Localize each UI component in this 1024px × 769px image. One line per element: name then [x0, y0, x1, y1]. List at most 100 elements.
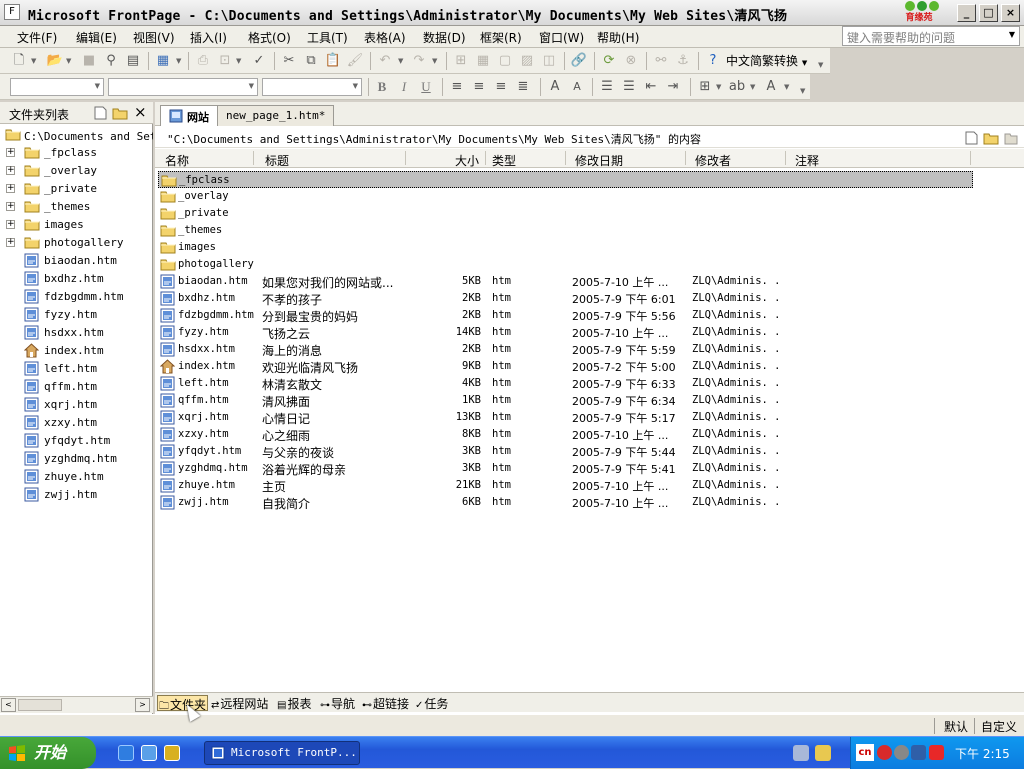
file-row[interactable]: qffm.htm 清风拂面 1KB htm 2005-7-9 下午 6:34 ZLQ\Ad…	[158, 392, 973, 409]
tree-folder[interactable]: + _fpclass	[0, 144, 153, 162]
menu-item-9[interactable]: 窗口(W)	[539, 29, 584, 46]
security-icon[interactable]	[929, 745, 944, 760]
column-divider[interactable]	[405, 151, 406, 165]
undo-dropdown-icon[interactable]: ▼	[398, 52, 403, 70]
scroll-right-button[interactable]: >	[135, 698, 150, 712]
style-select[interactable]: ▼	[10, 78, 104, 96]
tree-folder[interactable]: + photogallery	[0, 234, 153, 252]
view-button-1[interactable]: ⇄远程网站	[211, 695, 268, 711]
menu-item-8[interactable]: 框架(R)	[480, 29, 522, 46]
insert-table-icon[interactable]: ▦	[474, 52, 492, 70]
file-row[interactable]: fdzbgdmm.htm 分到最宝贵的妈妈 2KB htm 2005-7-9 下午 5:…	[158, 307, 973, 324]
new-folder-icon[interactable]	[112, 106, 128, 120]
column-header[interactable]: 标题	[265, 152, 289, 169]
font-size-select[interactable]: ▼	[262, 78, 362, 96]
pen-icon[interactable]	[815, 745, 831, 761]
folder-row[interactable]: _themes	[158, 222, 973, 239]
tree-folder[interactable]: + _themes	[0, 198, 153, 216]
tree-file[interactable]: zhuye.htm	[0, 468, 153, 486]
anchor-icon[interactable]: ⚓	[674, 52, 692, 70]
new-page-icon[interactable]	[94, 106, 107, 120]
scroll-thumb[interactable]	[18, 699, 62, 711]
folder-row[interactable]: _overlay	[158, 188, 973, 205]
tree-folder[interactable]: + images	[0, 216, 153, 234]
keyboard-icon[interactable]	[911, 745, 926, 760]
web-component-icon[interactable]: ⊞	[452, 52, 470, 70]
folder-row[interactable]: photogallery	[158, 256, 973, 273]
increase-indent-icon[interactable]: ⇥	[664, 78, 682, 96]
minimize-button[interactable]: _	[957, 4, 976, 22]
menu-item-1[interactable]: 编辑(E)	[76, 29, 117, 46]
insert-picture-icon[interactable]: ▨	[518, 52, 536, 70]
file-row[interactable]: fyzy.htm 飞扬之云 14KB htm 2005-7-10 上午 ... ZLQ\A…	[158, 324, 973, 341]
cn-convert-button[interactable]: 中文简繁转换 ▼	[726, 52, 807, 72]
toolbar-options-icon[interactable]: ▼	[818, 56, 823, 74]
tree-file[interactable]: hsdxx.htm	[0, 324, 153, 342]
align-right-icon[interactable]: ≡	[492, 78, 510, 96]
justify-icon[interactable]: ≣	[514, 78, 532, 96]
bold-button[interactable]: B	[373, 78, 391, 96]
tree-file[interactable]: index.htm	[0, 342, 153, 360]
ie-icon[interactable]	[118, 745, 134, 761]
redo-icon[interactable]: ↷	[410, 52, 428, 70]
print-icon[interactable]: ⎙	[194, 52, 212, 70]
save-icon[interactable]: ■	[80, 52, 98, 70]
new-page-icon[interactable]: 🗋	[10, 52, 28, 70]
menu-item-7[interactable]: 数据(D)	[423, 29, 466, 46]
folder-row[interactable]: _private	[158, 205, 973, 222]
new-dropdown-icon[interactable]: ▼	[31, 52, 36, 70]
column-header[interactable]: 大小	[455, 152, 479, 169]
refresh-icon[interactable]: ⟳	[600, 52, 618, 70]
menu-item-5[interactable]: 工具(T)	[307, 29, 348, 46]
new-page-icon[interactable]	[965, 131, 978, 145]
menu-item-0[interactable]: 文件(F)	[17, 29, 57, 46]
menu-item-6[interactable]: 表格(A)	[364, 29, 406, 46]
column-divider[interactable]	[785, 151, 786, 165]
column-divider[interactable]	[970, 151, 971, 165]
menu-item-2[interactable]: 视图(V)	[133, 29, 175, 46]
file-row[interactable]: left.htm 林清玄散文 4KB htm 2005-7-9 下午 6:33 ZLQ\A…	[158, 375, 973, 392]
preview-dropdown-icon[interactable]: ▼	[236, 52, 241, 70]
expand-icon[interactable]: +	[6, 148, 15, 157]
file-row[interactable]: hsdxx.htm 海上的消息 2KB htm 2005-7-9 下午 5:59 ZLQ\…	[158, 341, 973, 358]
underline-button[interactable]: U	[417, 78, 435, 96]
up-folder-icon[interactable]	[1004, 131, 1018, 145]
publish-icon[interactable]: ▤	[124, 52, 142, 70]
open-folder-icon[interactable]: 📂	[46, 52, 64, 70]
undo-icon[interactable]: ↶	[376, 52, 394, 70]
file-row[interactable]: biaodan.htm 如果您对我们的网站或... 5KB htm 2005-7-10 …	[158, 273, 973, 290]
tree-folder[interactable]: + _overlay	[0, 162, 153, 180]
settings-icon[interactable]	[894, 745, 909, 760]
view-button-3[interactable]: ⊶导航	[320, 695, 355, 711]
taskbar-frontpage-button[interactable]: Microsoft FrontP...	[204, 741, 360, 765]
insert-layer-icon[interactable]: ▢	[496, 52, 514, 70]
new-folder-icon[interactable]	[983, 131, 999, 145]
increase-font-icon[interactable]: A	[546, 78, 564, 96]
start-button[interactable]: 开始	[0, 737, 96, 769]
decrease-indent-icon[interactable]: ⇤	[642, 78, 660, 96]
help-icon[interactable]: ?	[704, 52, 722, 70]
format-painter-icon[interactable]: 🖌	[346, 52, 364, 70]
drawing-icon[interactable]: ◫	[540, 52, 558, 70]
view-button-5[interactable]: ✓任务	[415, 695, 448, 711]
column-header[interactable]: 类型	[492, 152, 516, 169]
expand-icon[interactable]: +	[6, 166, 15, 175]
expand-icon[interactable]: +	[6, 184, 15, 193]
file-row[interactable]: bxdhz.htm 不孝的孩子 2KB htm 2005-7-9 下午 6:01 ZLQ\…	[158, 290, 973, 307]
tree-file[interactable]: xqrj.htm	[0, 396, 153, 414]
border-icon[interactable]: ⊞	[696, 78, 714, 96]
maximize-button[interactable]: □	[979, 4, 998, 22]
frontpage-app-icon[interactable]: F	[4, 4, 20, 20]
font-select[interactable]: ▼	[108, 78, 258, 96]
tree-file[interactable]: qffm.htm	[0, 378, 153, 396]
expand-icon[interactable]: +	[6, 202, 15, 211]
file-row[interactable]: yzghdmq.htm 浴着光辉的母亲 3KB htm 2005-7-9 下午 5:41…	[158, 460, 973, 477]
tree-file[interactable]: yfqdyt.htm	[0, 432, 153, 450]
font-color-icon[interactable]: A	[762, 78, 780, 96]
tree-file[interactable]: fdzbgdmm.htm	[0, 288, 153, 306]
folder-row[interactable]: images	[158, 239, 973, 256]
tree-file[interactable]: yzghdmq.htm	[0, 450, 153, 468]
redo-dropdown-icon[interactable]: ▼	[432, 52, 437, 70]
column-divider[interactable]	[253, 151, 254, 165]
file-row[interactable]: zwjj.htm 自我简介 6KB htm 2005-7-10 上午 ... ZLQ\Ad…	[158, 494, 973, 511]
